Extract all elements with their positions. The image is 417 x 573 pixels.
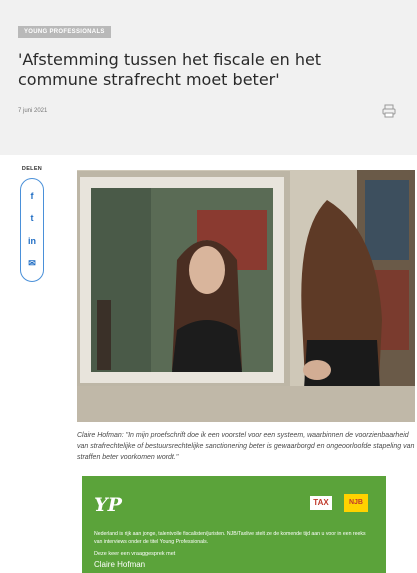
article-title: 'Afstemming tussen het fiscale en het co… bbox=[18, 50, 322, 89]
article-photo bbox=[77, 170, 415, 422]
share-label: DELEN bbox=[21, 166, 43, 172]
email-icon[interactable]: ✉ bbox=[28, 259, 36, 268]
njb-logo: NJB bbox=[344, 494, 368, 512]
photo-caption: Claire Hofman: "In mijn proefschrift doe… bbox=[77, 432, 415, 461]
share-panel: DELEN f t in ✉ bbox=[20, 166, 44, 282]
tax-logo: TAX bbox=[310, 496, 332, 510]
twitter-icon[interactable]: t bbox=[31, 214, 34, 223]
yp-logo: YP bbox=[94, 494, 122, 516]
banner-now-label: Deze keer een vraaggesprek met bbox=[94, 551, 176, 557]
linkedin-icon[interactable]: in bbox=[28, 236, 36, 246]
article-header: YOUNG PROFESSIONALS 'Afstemming tussen h… bbox=[0, 0, 417, 155]
banner-intro: Nederland is rijk aan jonge, talentvolle… bbox=[94, 531, 366, 545]
category-badge[interactable]: YOUNG PROFESSIONALS bbox=[18, 26, 111, 38]
article-date: 7 juni 2021 bbox=[18, 108, 48, 114]
share-buttons: f t in ✉ bbox=[20, 178, 44, 282]
photo-illustration bbox=[77, 170, 415, 422]
young-professionals-banner[interactable]: YP TAX NJB Nederland is rijk aan jonge, … bbox=[82, 476, 386, 573]
facebook-icon[interactable]: f bbox=[31, 191, 34, 201]
print-icon[interactable] bbox=[382, 104, 396, 118]
banner-name: Claire Hofman bbox=[94, 560, 146, 569]
